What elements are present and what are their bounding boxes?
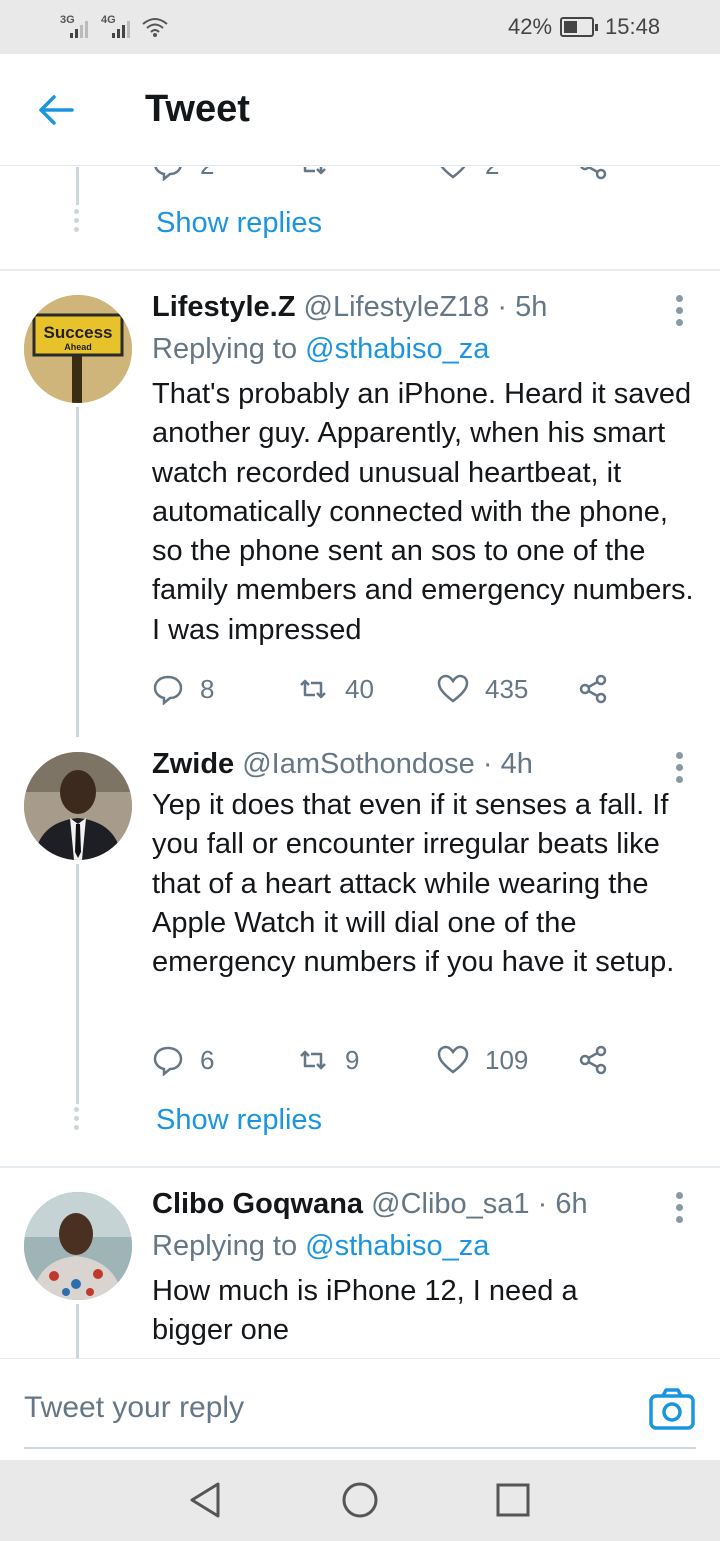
display-name[interactable]: Lifestyle.Z [152, 291, 295, 323]
thread-line [76, 167, 79, 205]
wifi-icon [142, 18, 168, 37]
camera-icon[interactable] [648, 1387, 696, 1431]
heart-icon [437, 1045, 469, 1074]
like-action[interactable]: 109 [437, 1040, 528, 1080]
svg-text:Ahead: Ahead [64, 342, 92, 352]
heart-icon [440, 167, 466, 179]
replying-to: Replying to @sthabiso_za [152, 333, 490, 365]
display-name[interactable]: Zwide [152, 748, 234, 780]
more-options-icon[interactable] [676, 752, 684, 788]
reply-icon [153, 675, 183, 705]
like-count: 435 [485, 673, 529, 704]
reply-composer: Tweet your reply [0, 1358, 720, 1460]
reply-action[interactable]: 2 [152, 167, 214, 185]
signal-bars-icon [112, 18, 136, 38]
tweet-actions: 6 9 109 [152, 1040, 672, 1080]
reply-thread[interactable]: 2 2 Show replies Success Ahead Lifestyle… [0, 167, 720, 1358]
retweet-action[interactable] [297, 167, 329, 185]
retweet-action[interactable]: 40 [297, 669, 374, 709]
share-action[interactable] [577, 669, 609, 709]
heart-icon [437, 674, 469, 703]
avatar[interactable] [24, 1192, 132, 1300]
avatar[interactable] [24, 752, 132, 860]
thread-dots [74, 1107, 80, 1134]
signal-bars-icon [70, 18, 94, 38]
tweet-header: Lifestyle.Z @LifestyleZ18 · 5h [152, 291, 547, 324]
reply-icon [154, 167, 182, 181]
retweet-count: 40 [345, 673, 374, 704]
show-replies-link[interactable]: Show replies [156, 207, 322, 240]
thread-dots [74, 209, 80, 236]
battery-icon [560, 17, 598, 37]
divider [0, 269, 720, 271]
show-replies-link[interactable]: Show replies [156, 1104, 322, 1137]
home-circle-icon[interactable] [340, 1480, 380, 1520]
retweet-icon [303, 167, 326, 175]
more-options-icon[interactable] [676, 295, 684, 331]
like-count: 109 [485, 1044, 529, 1075]
reply-icon [153, 1046, 183, 1076]
avatar-man-patterned-shirt-image [24, 1192, 132, 1300]
system-navigation-bar [0, 1460, 720, 1541]
reply-count: 8 [200, 673, 215, 704]
like-action[interactable]: 2 [437, 167, 499, 185]
retweet-action[interactable]: 9 [297, 1040, 359, 1080]
recents-square-icon[interactable] [493, 1480, 533, 1520]
tweet-time: · 6h [537, 1188, 588, 1220]
status-bar: 3G 4G 42% 15:48 [0, 0, 720, 54]
thread-line [76, 1304, 79, 1358]
share-action[interactable] [577, 1040, 609, 1080]
reply-action[interactable]: 6 [152, 1040, 214, 1080]
avatar[interactable]: Success Ahead [24, 295, 132, 403]
top-app-bar: Tweet [0, 54, 720, 166]
tweet-time: · 4h [482, 748, 533, 780]
thread-line [76, 407, 79, 737]
reply-action[interactable]: 8 [152, 669, 214, 709]
tweet-text: That's probably an iPhone. Heard it save… [152, 378, 694, 646]
share-icon [579, 1045, 607, 1075]
tweet-text: How much is iPhone 12, I need a bigger o… [152, 1275, 578, 1347]
thread-line [76, 864, 79, 1104]
share-action[interactable] [577, 167, 609, 185]
replying-to: Replying to @sthabiso_za [152, 1230, 490, 1262]
share-icon [579, 674, 607, 704]
user-handle[interactable]: @Clibo_sa1 [371, 1188, 529, 1220]
svg-text:Success: Success [44, 323, 113, 342]
status-time: 15:48 [605, 14, 661, 39]
retweet-icon [300, 679, 326, 699]
retweet-icon [300, 1050, 326, 1070]
user-handle[interactable]: @LifestyleZ18 [304, 291, 490, 323]
page-title: Tweet [145, 88, 250, 130]
share-icon [580, 167, 607, 180]
avatar-success-sign-image: Success Ahead [24, 295, 132, 403]
tweet-text: Yep it does that even if it senses a fal… [152, 789, 675, 979]
avatar-man-in-suit-image [24, 752, 132, 860]
reply-count: 6 [200, 1044, 215, 1075]
more-options-icon[interactable] [676, 1192, 684, 1228]
tweet-actions-partial: 2 2 [152, 167, 672, 185]
reply-input[interactable]: Tweet your reply [24, 1391, 244, 1425]
mention-link[interactable]: @sthabiso_za [305, 333, 489, 365]
arrow-left-icon[interactable] [36, 90, 76, 130]
retweet-count: 9 [345, 1044, 360, 1075]
battery-percent: 42% [508, 14, 553, 39]
back-triangle-icon[interactable] [186, 1480, 226, 1520]
display-name[interactable]: Clibo Goqwana [152, 1188, 363, 1220]
mention-link[interactable]: @sthabiso_za [305, 1230, 489, 1262]
tweet-header: Zwide @IamSothondose · 4h [152, 748, 533, 781]
divider [0, 1166, 720, 1168]
user-handle[interactable]: @IamSothondose [242, 748, 475, 780]
tweet-time: · 5h [497, 291, 548, 323]
tweet-actions: 8 40 435 [152, 669, 672, 709]
like-action[interactable]: 435 [437, 669, 528, 709]
tweet-header: Clibo Goqwana @Clibo_sa1 · 6h [152, 1188, 588, 1221]
reply-input-underline [24, 1447, 696, 1449]
